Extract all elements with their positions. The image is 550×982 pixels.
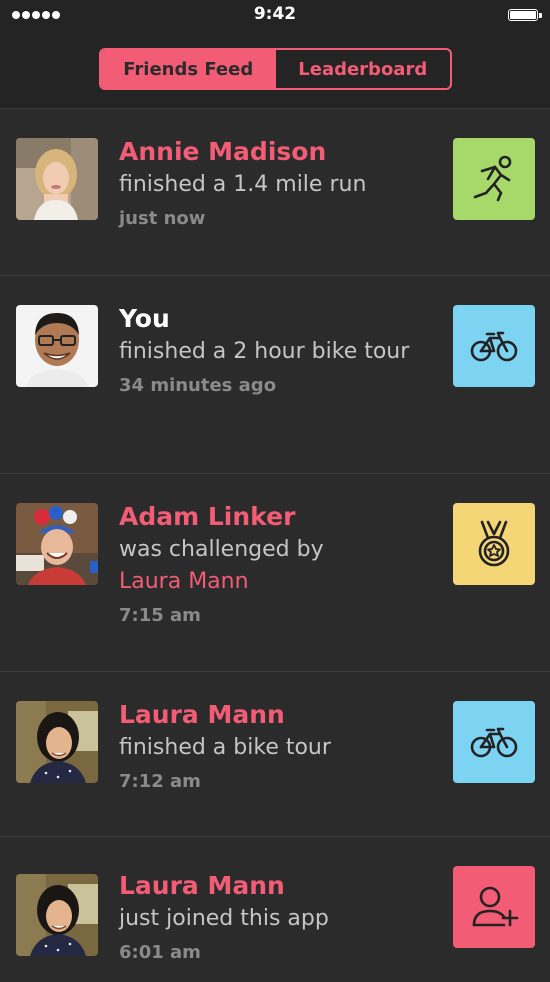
user-name[interactable]: Annie Madison [119, 135, 429, 169]
feed-item[interactable]: Laura Mann finished a bike tour 7:12 am [0, 672, 550, 837]
avatar[interactable] [16, 874, 98, 956]
activity-description: just joined this app [119, 906, 329, 931]
activity-description: was challenged by [119, 537, 324, 562]
avatar[interactable] [16, 138, 98, 220]
battery-icon [508, 9, 542, 21]
activity-time: 34 minutes ago [119, 375, 277, 396]
medal-icon[interactable] [453, 503, 535, 585]
bike-icon[interactable] [453, 701, 535, 783]
avatar[interactable] [16, 305, 98, 387]
mention-link[interactable]: Laura Mann [119, 566, 429, 598]
feed-item[interactable]: You finished a 2 hour bike tour 34 minut… [0, 276, 550, 474]
runner-icon[interactable] [453, 138, 535, 220]
status-time: 9:42 [253, 4, 297, 24]
friends-feed-list: Annie Madison finished a 1.4 mile run ju… [0, 109, 550, 982]
feed-item[interactable]: Adam Linker was challenged by Laura Mann… [0, 474, 550, 672]
feed-item-content: Annie Madison finished a 1.4 mile run ju… [119, 135, 429, 231]
nav-bar: Friends Feed Leaderboard [0, 30, 550, 109]
feed-item[interactable]: Laura Mann just joined this app 6:01 am [0, 837, 550, 982]
feed-item-content: Adam Linker was challenged by Laura Mann… [119, 500, 429, 628]
user-name[interactable]: Laura Mann [119, 869, 429, 903]
feed-item[interactable]: Annie Madison finished a 1.4 mile run ju… [0, 109, 550, 276]
activity-time: just now [119, 208, 206, 229]
add-user-icon[interactable] [453, 866, 535, 948]
feed-item-content: You finished a 2 hour bike tour 34 minut… [119, 302, 429, 398]
activity-description: finished a 1.4 mile run [119, 172, 367, 197]
user-name[interactable]: You [119, 302, 429, 336]
tab-leaderboard[interactable]: Leaderboard [276, 50, 451, 88]
tab-friends-feed[interactable]: Friends Feed [101, 50, 276, 88]
user-name[interactable]: Adam Linker [119, 500, 429, 534]
avatar[interactable] [16, 701, 98, 783]
activity-description: finished a 2 hour bike tour [119, 339, 410, 364]
mentioned-user[interactable]: Laura Mann [119, 569, 249, 594]
status-bar: 9:42 [0, 0, 550, 30]
activity-time: 7:15 am [119, 605, 201, 626]
feed-item-content: Laura Mann finished a bike tour 7:12 am [119, 698, 429, 794]
activity-time: 7:12 am [119, 771, 201, 792]
user-name[interactable]: Laura Mann [119, 698, 429, 732]
avatar[interactable] [16, 503, 98, 585]
feed-segmented-control: Friends Feed Leaderboard [99, 48, 452, 90]
bike-icon[interactable] [453, 305, 535, 387]
activity-description: finished a bike tour [119, 735, 331, 760]
feed-item-content: Laura Mann just joined this app 6:01 am [119, 869, 429, 965]
activity-time: 6:01 am [119, 942, 201, 963]
